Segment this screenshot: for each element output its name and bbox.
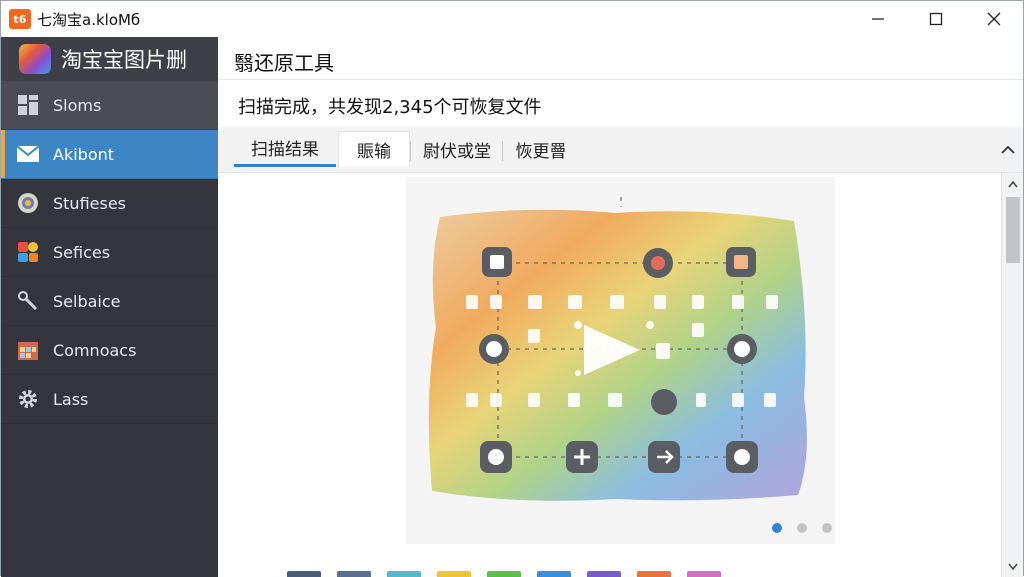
camera-icon: [15, 190, 41, 216]
carousel-dot-3[interactable]: [822, 523, 832, 533]
thumbnail-tab[interactable]: [287, 571, 321, 577]
grid-icon: [15, 92, 41, 118]
title-bar: t6 七淘宝a.kloMб: [1, 1, 1023, 37]
scroll-up-button[interactable]: [1002, 175, 1024, 193]
sidebar-item-selbaice[interactable]: Selbaice: [1, 277, 218, 326]
mail-icon: [15, 141, 41, 167]
results-content: [218, 173, 1001, 577]
thumbnail-tab[interactable]: [687, 571, 721, 577]
scan-status-text: 扫描完成，共发现2,345个可恢复文件: [238, 97, 542, 118]
gear-icon: [15, 386, 41, 412]
chevron-down-icon: [1008, 563, 1018, 570]
thumbnail-tab[interactable]: [637, 571, 671, 577]
tab-separator: [410, 141, 411, 161]
close-icon: [987, 12, 1001, 26]
sidebar-item-comnoacs[interactable]: Comnoacs: [1, 326, 218, 375]
carousel-pagination: [772, 522, 847, 534]
maximize-button[interactable]: [907, 1, 965, 37]
apps-icon: [15, 239, 41, 265]
sidebar-item-lass[interactable]: Lass: [1, 375, 218, 424]
carousel-dot-2[interactable]: [797, 523, 807, 533]
sidebar-item-label: Stufieses: [53, 193, 127, 213]
minimize-icon: [872, 18, 884, 20]
tab-fourth[interactable]: 恢更罾: [508, 131, 574, 167]
window-title: 七淘宝a.kloMб: [37, 10, 141, 29]
sidebar-item-label: Sefices: [53, 242, 111, 262]
sidebar-item-label: Akibont: [53, 144, 115, 164]
sidebar-item-sefices[interactable]: Sefices: [1, 228, 218, 277]
calendar-icon: [15, 337, 41, 363]
sidebar: 淘宝宝图片删 Sloms Akibont Stufieses Sefices S…: [1, 37, 218, 577]
sidebar-item-label: Lass: [53, 389, 89, 409]
thumbnail-tab[interactable]: [387, 571, 421, 577]
thumbnail-tab[interactable]: [437, 571, 471, 577]
thumbnail-tab[interactable]: [337, 571, 371, 577]
sidebar-item-label: Sloms: [53, 95, 102, 115]
header-divider: [218, 79, 1023, 80]
carousel-dot-1[interactable]: [772, 523, 782, 533]
vertical-scrollbar[interactable]: [1001, 173, 1023, 577]
scroll-thumb[interactable]: [1006, 197, 1020, 263]
collapse-button[interactable]: [999, 141, 1017, 159]
chevron-up-icon: [1001, 145, 1015, 154]
tools-icon: [15, 288, 41, 314]
sidebar-item-label: Selbaice: [53, 291, 121, 311]
app-window: t6 七淘宝a.kloMб 淘宝宝图片删 Sloms Akibont Stufi…: [0, 0, 1024, 577]
sidebar-item-label: Comnoacs: [53, 340, 137, 360]
app-icon: t6: [9, 9, 31, 29]
main-panel: 翳还原工具 扫描完成，共发现2,345个可恢复文件 扫描结果 賑输 尉伏或堂 恢…: [218, 37, 1023, 577]
sidebar-item-akibont[interactable]: Akibont: [1, 130, 218, 179]
tab-scan-results[interactable]: 扫描结果: [234, 131, 336, 167]
window-controls: [849, 1, 1023, 37]
tab-bar: 扫描结果 賑输 尉伏或堂 恢更罾: [218, 127, 1023, 173]
app-name: 淘宝宝图片删: [61, 48, 187, 72]
preview-illustration: [428, 197, 807, 501]
tab-second[interactable]: 賑输: [338, 131, 410, 167]
thumbnail-tab[interactable]: [537, 571, 571, 577]
bottom-thumbnail-strip: [287, 571, 737, 577]
scroll-down-button[interactable]: [1002, 557, 1024, 575]
maximize-icon: [929, 12, 943, 26]
sidebar-header: 淘宝宝图片删: [1, 37, 218, 81]
tab-separator: [502, 141, 503, 161]
chevron-up-icon: [1008, 180, 1018, 187]
app-logo: [19, 44, 51, 74]
thumbnail-tab[interactable]: [487, 571, 521, 577]
minimize-button[interactable]: [849, 1, 907, 37]
sidebar-item-sloms[interactable]: Sloms: [1, 81, 218, 130]
preview-image[interactable]: [406, 177, 835, 544]
page-title: 翳还原工具: [234, 51, 334, 75]
thumbnail-tab[interactable]: [587, 571, 621, 577]
tab-third[interactable]: 尉伏或堂: [414, 131, 500, 167]
close-button[interactable]: [965, 1, 1023, 37]
sidebar-item-stufieses[interactable]: Stufieses: [1, 179, 218, 228]
